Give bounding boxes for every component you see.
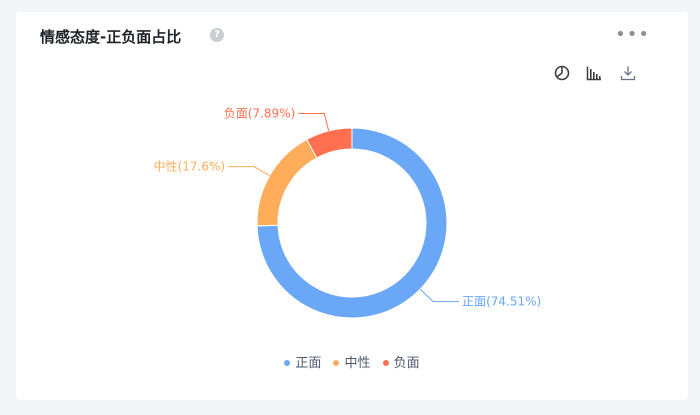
legend-item-negative[interactable]: 负面 (382, 352, 420, 371)
donut-slice-neutral[interactable] (256, 138, 318, 227)
leader-line-positive (419, 288, 460, 303)
chart-card: 情感态度-正负面占比 ? ••• 正面(74.51%) 中性(17.6%) 负面(7… (16, 12, 688, 400)
legend-label-positive: 正面 (295, 356, 322, 371)
legend-item-neutral[interactable]: 中性 (333, 352, 371, 371)
chart-legend: 正面 中性 负面 (16, 352, 688, 371)
legend-label-negative: 负面 (393, 356, 420, 371)
legend-item-positive[interactable]: 正面 (284, 352, 321, 371)
data-label-negative: 负面(7.89%) (224, 106, 296, 120)
legend-dot-positive (284, 359, 291, 366)
data-label-positive: 正面(74.51%) (462, 295, 541, 309)
legend-dot-negative (382, 359, 389, 366)
legend-label-neutral: 中性 (344, 356, 371, 371)
leader-line-neutral (228, 166, 270, 177)
leader-line-negative (298, 112, 330, 132)
legend-dot-neutral (333, 359, 340, 366)
donut-chart: 正面(74.51%) 中性(17.6%) 负面(7.89%) (154, 106, 541, 319)
data-label-neutral: 中性(17.6%) (154, 159, 226, 174)
